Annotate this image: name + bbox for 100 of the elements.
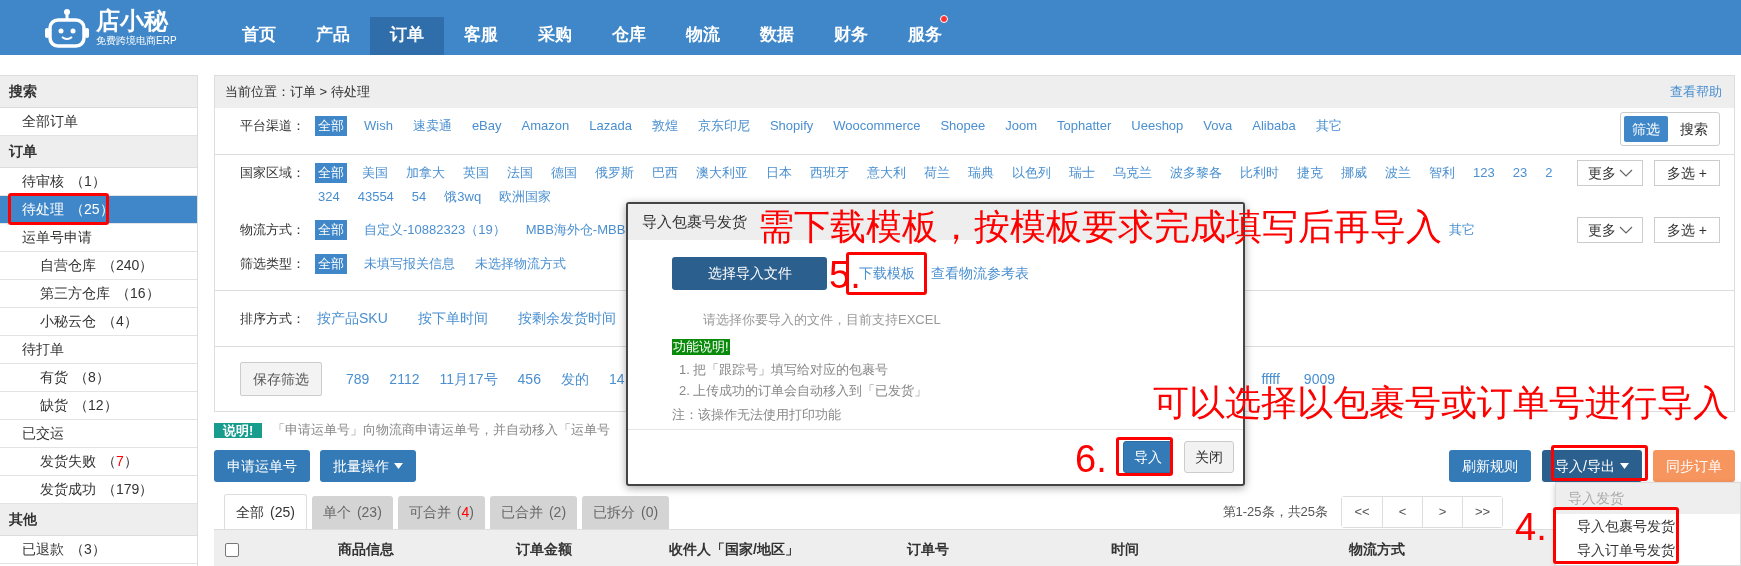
- filter-option[interactable]: 2: [1542, 163, 1556, 183]
- filter-option[interactable]: Joom: [1002, 116, 1041, 136]
- filter-option[interactable]: 京东印尼: [694, 116, 753, 136]
- filter-option[interactable]: 敦煌: [648, 116, 681, 136]
- filter-option[interactable]: 全部: [315, 254, 347, 274]
- sort-option[interactable]: 按剩余发货时间: [517, 308, 616, 329]
- nav-tab[interactable]: 产品: [296, 17, 370, 55]
- filter-option[interactable]: 速卖通: [409, 116, 455, 136]
- filter-option[interactable]: 23: [1509, 163, 1531, 183]
- choose-file-button[interactable]: 选择导入文件: [672, 257, 827, 290]
- sidebar-item[interactable]: 缺货 （12）: [0, 392, 197, 420]
- sidebar-item[interactable]: 运单号申请: [0, 224, 197, 252]
- filter-option[interactable]: 324: [315, 187, 343, 207]
- multi-select-button[interactable]: 多选 +: [1654, 217, 1720, 243]
- action-button[interactable]: 刷新规则: [1449, 450, 1532, 482]
- filter-option[interactable]: 捷克: [1294, 163, 1326, 183]
- filter-option[interactable]: 挪威: [1338, 163, 1370, 183]
- sidebar-item[interactable]: 待打单: [0, 336, 197, 364]
- sidebar-item[interactable]: 已退款 （3）: [0, 536, 197, 564]
- order-tab[interactable]: 已拆分 (0): [582, 496, 670, 529]
- filter-option[interactable]: 意大利: [864, 163, 909, 183]
- order-tab[interactable]: 可合并 (4): [397, 496, 485, 529]
- saved-filter-link[interactable]: 789: [346, 368, 370, 390]
- filter-option[interactable]: 英国: [460, 163, 492, 183]
- sidebar-item[interactable]: 小秘云仓 （4）: [0, 308, 197, 336]
- nav-tab[interactable]: 物流: [666, 17, 740, 55]
- action-button[interactable]: 同步订单: [1653, 450, 1735, 482]
- menu-button[interactable]: 批量操作: [320, 450, 416, 482]
- nav-tab[interactable]: 客服: [444, 17, 518, 55]
- filter-option[interactable]: 饿3wq: [441, 187, 485, 207]
- filter-option[interactable]: MBB海外仓-MBB: [522, 220, 629, 240]
- filter-option[interactable]: 澳大利亚: [693, 163, 751, 183]
- nav-tab[interactable]: 财务: [814, 17, 888, 55]
- saved-filter-link[interactable]: 发的: [560, 368, 589, 390]
- filter-option[interactable]: Vova: [1200, 116, 1236, 136]
- filter-option[interactable]: 巴西: [649, 163, 681, 183]
- menu-item[interactable]: 导入订单号发货: [1556, 538, 1740, 562]
- filter-option[interactable]: 俄罗斯: [592, 163, 637, 183]
- filter-option[interactable]: 比利时: [1237, 163, 1282, 183]
- filter-option[interactable]: 荷兰: [921, 163, 953, 183]
- filter-option[interactable]: 乌克兰: [1110, 163, 1155, 183]
- sort-option[interactable]: 按产品SKU: [317, 308, 388, 329]
- order-tab[interactable]: 已合并 (2): [489, 496, 578, 529]
- sidebar-item[interactable]: 待处理 （25）: [0, 196, 197, 224]
- order-tab[interactable]: 单个 (23): [311, 496, 393, 529]
- filter-option[interactable]: Shopify: [766, 116, 817, 136]
- close-button[interactable]: 关闭: [1184, 441, 1234, 473]
- menu-item[interactable]: 导入包裹号发货: [1556, 514, 1740, 538]
- import-button[interactable]: 导入: [1123, 441, 1173, 473]
- filter-option[interactable]: 全部: [315, 220, 347, 240]
- toggle-tab[interactable]: 搜索: [1672, 116, 1716, 142]
- filter-option[interactable]: 其它: [1312, 116, 1345, 136]
- order-tab[interactable]: 全部 (25): [224, 494, 307, 529]
- filter-option[interactable]: 自定义-10882323（19）: [361, 220, 509, 240]
- filter-option[interactable]: 加拿大: [403, 163, 448, 183]
- filter-option[interactable]: Woocommerce: [830, 116, 924, 136]
- filter-option[interactable]: 波兰: [1382, 163, 1414, 183]
- filter-option[interactable]: 瑞典: [965, 163, 997, 183]
- filter-option[interactable]: eBay: [468, 116, 505, 136]
- sidebar-item[interactable]: 已交运: [0, 420, 197, 448]
- filter-option[interactable]: Ueeshop: [1128, 116, 1187, 136]
- action-button[interactable]: 申请运单号: [214, 450, 310, 482]
- filter-option[interactable]: Tophatter: [1054, 116, 1115, 136]
- sidebar-item[interactable]: 有货 （8）: [0, 364, 197, 392]
- filter-option[interactable]: 西班牙: [807, 163, 852, 183]
- filter-option[interactable]: 未填写报关信息: [361, 254, 458, 274]
- filter-option[interactable]: Amazon: [518, 116, 573, 136]
- sidebar-item[interactable]: 发货失败 （7）: [0, 448, 197, 476]
- dialog-link[interactable]: 下载模板: [859, 263, 915, 284]
- sidebar-item[interactable]: 第三方仓库 （16）: [0, 280, 197, 308]
- nav-tab[interactable]: 订单: [370, 17, 444, 55]
- saved-filter-link[interactable]: 2112: [389, 368, 420, 390]
- filter-option[interactable]: 123: [1470, 163, 1498, 183]
- filter-option[interactable]: 法国: [504, 163, 536, 183]
- multi-select-button[interactable]: 多选 +: [1654, 160, 1720, 186]
- filter-option[interactable]: 美国: [359, 163, 391, 183]
- more-button[interactable]: 更多: [1577, 160, 1643, 186]
- filter-option[interactable]: 54: [408, 187, 430, 207]
- filter-option[interactable]: 德国: [548, 163, 580, 183]
- save-filter-button[interactable]: 保存筛选: [240, 362, 322, 396]
- filter-option[interactable]: 瑞士: [1066, 163, 1098, 183]
- filter-option[interactable]: Lazada: [586, 116, 635, 136]
- filter-option[interactable]: 以色列: [1009, 163, 1054, 183]
- filter-option[interactable]: Alibaba: [1249, 116, 1299, 136]
- more-button[interactable]: 更多: [1577, 217, 1643, 243]
- filter-option[interactable]: 43554: [354, 187, 397, 207]
- filter-option[interactable]: 其它: [1446, 220, 1478, 240]
- filter-option[interactable]: 全部: [315, 116, 347, 136]
- sidebar-item[interactable]: 自营仓库 （240）: [0, 252, 197, 280]
- filter-option[interactable]: 欧洲国家: [496, 187, 555, 207]
- sort-option[interactable]: 按下单时间: [417, 308, 488, 329]
- filter-option[interactable]: 日本: [763, 163, 795, 183]
- filter-option[interactable]: Shopee: [937, 116, 989, 136]
- filter-option[interactable]: Wish: [361, 116, 396, 136]
- saved-filter-link[interactable]: 11月17号: [439, 368, 498, 390]
- toggle-tab[interactable]: 筛选: [1624, 116, 1668, 142]
- nav-tab[interactable]: 数据: [740, 17, 814, 55]
- filter-option[interactable]: 未选择物流方式: [472, 254, 569, 274]
- nav-tab[interactable]: 首页: [222, 17, 296, 55]
- dialog-link[interactable]: 查看物流参考表: [931, 263, 1029, 284]
